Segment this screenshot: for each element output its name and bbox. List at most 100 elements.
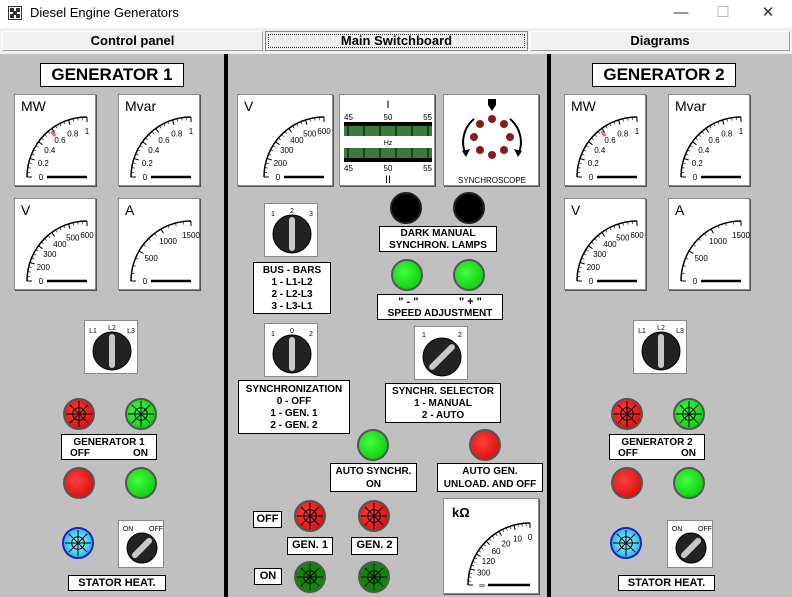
meter-tick-label: 0 <box>143 277 148 286</box>
tab-diagrams[interactable]: Diagrams <box>530 31 790 51</box>
gen1-phase-selector-knob[interactable]: L1 L2 L3 <box>84 320 138 374</box>
meter-tick-label: 0.6 <box>708 136 720 145</box>
meter-dial: 0 200 300400500 600 V <box>21 202 94 286</box>
gen2-stator-heat-switch[interactable]: ON OFF <box>667 520 713 568</box>
dark-manual-sync-label: DARK MANUAL SYNCHRON. LAMPS <box>379 226 497 252</box>
tab-main-switchboard[interactable]: Main Switchboard <box>265 31 528 51</box>
generator-2-switch-label: GENERATOR 2 OFF ON <box>609 434 705 460</box>
meter-tick-label: 0 <box>276 173 281 182</box>
meter-tick-label: 0.8 <box>721 129 733 138</box>
meter-tick-label: 300 <box>43 250 57 259</box>
freq-top-label: I <box>386 99 389 111</box>
gen2-ammeter: 0 500 1000 1500 A <box>668 198 750 290</box>
knob-graphic: L1 L2 L3 <box>89 325 135 371</box>
gen2-stator-heat-lamp <box>610 527 642 559</box>
busbar-selector-knob[interactable]: 1 2 3 <box>264 203 318 257</box>
gen1-mw-meter: 0 0.2 0.4 0.6 0.8 1 MW <box>14 94 96 186</box>
synchronization-selector-knob[interactable]: 1 0 2 <box>264 323 318 377</box>
gen1-on-button[interactable] <box>125 467 157 499</box>
knob-graphic: 1 0 2 <box>271 328 313 374</box>
meter-tick-label: 200 <box>274 159 288 168</box>
synchroscope-dial: SYNCHROSCOPE <box>458 99 526 185</box>
freq-top-tick-50: 50 <box>384 113 393 122</box>
knob-graphic: 1 2 3 <box>271 208 313 254</box>
auto-gen-unload-label: AUTO GEN. UNLOAD. AND OFF <box>437 463 543 492</box>
synchr-selector-label: SYNCHR. SELECTOR 1 - MANUAL 2 - AUTO <box>385 383 501 423</box>
lamp-lens-pattern <box>361 503 387 529</box>
knob-graphic: ON OFF <box>123 526 163 564</box>
generator-2-name: GENERATOR 2 <box>621 437 693 448</box>
meter-dial: 0 5001000 1500 A <box>125 202 200 286</box>
gen1-stator-heat-lamp <box>62 527 94 559</box>
meter-tick-label: 0.8 <box>171 129 183 138</box>
maximize-button[interactable]: ☐ <box>708 2 738 24</box>
generator-2-title: GENERATOR 2 <box>592 63 736 87</box>
synchroscope: SYNCHROSCOPE <box>443 94 539 186</box>
meter-tick-label: 0.4 <box>44 146 56 155</box>
synchroscope-label: SYNCHROSCOPE <box>458 176 526 185</box>
meter-tick-label: 0.2 <box>38 159 50 168</box>
knob-position-label: L1 <box>89 328 97 335</box>
gen2-on-text: ON <box>681 448 696 459</box>
meter-tick-label: 200 <box>587 263 601 272</box>
meter-tick-label: 0 <box>39 173 44 182</box>
meter-tick-label: 1 <box>189 127 194 136</box>
auto-gen-unload-button[interactable] <box>469 429 501 461</box>
freq-top-tick-55: 55 <box>423 113 432 122</box>
frequency-meter: I 45 50 55 Hz 45 50 55 II <box>339 94 435 186</box>
auto-synchr-on-button[interactable] <box>357 429 389 461</box>
knob-graphic: ON OFF <box>672 526 712 564</box>
meter-unit-label: V <box>21 202 31 218</box>
meter-tick-label: 500 <box>144 254 158 263</box>
speed-minus-button[interactable] <box>391 259 423 291</box>
gen2-phase-selector-knob[interactable]: L1 L2 L3 <box>633 320 687 374</box>
meter-tick-label: 20 <box>502 539 511 548</box>
gen1-stator-heat-switch[interactable]: ON OFF <box>118 520 164 568</box>
meter-tick-label: ∞ <box>479 581 485 590</box>
minimize-button[interactable]: — <box>666 2 696 24</box>
meter-tick-label: 1 <box>739 127 744 136</box>
meter-tick-label: 0.6 <box>604 136 616 145</box>
meter-tick-label: 200 <box>37 263 51 272</box>
gen1-breaker-on-button[interactable] <box>294 561 326 593</box>
gen1-breaker-label: GEN. 1 <box>287 537 333 555</box>
meter-tick-label: 500 <box>66 233 80 242</box>
meter-tick-label: 600 <box>630 231 644 240</box>
tab-control-panel[interactable]: Control panel <box>2 31 263 51</box>
knob-position-label: 1 <box>422 332 426 339</box>
lamp-lens-pattern <box>65 530 91 556</box>
meter-tick-label: 120 <box>482 557 496 566</box>
meter-tick-label: 1500 <box>182 231 200 240</box>
knob-position-label: 2 <box>309 331 313 338</box>
gen1-breaker-off-button[interactable] <box>294 500 326 532</box>
knob-pointer <box>289 337 295 371</box>
knob-position-label: 3 <box>309 211 313 218</box>
gen2-voltmeter: 0 200 300 400 500 600 V <box>564 198 646 290</box>
generator-1-name: GENERATOR 1 <box>73 437 145 448</box>
gen1-off-button[interactable] <box>63 467 95 499</box>
meter-dial: 0 0.2 0.40.60.8 1 Mvar <box>125 98 194 182</box>
meter-dial: ∞ 300 120602010 0 kΩ <box>452 505 533 590</box>
gen2-off-indicator-lamp <box>611 398 643 430</box>
knob-position-label: 1 <box>271 331 275 338</box>
gen1-stator-heat-label: STATOR HEAT. <box>68 575 166 591</box>
meter-unit-label: kΩ <box>452 505 470 520</box>
freq-bottom-tick-55: 55 <box>423 164 432 173</box>
synchr-selector-knob[interactable]: 12 <box>414 326 468 380</box>
close-button[interactable]: ✕ <box>753 2 783 24</box>
gen1-on-text: ON <box>133 448 148 459</box>
breaker-on-label: ON <box>254 568 282 585</box>
gen2-breaker-off-button[interactable] <box>358 500 390 532</box>
gen2-breaker-on-button[interactable] <box>358 561 390 593</box>
freq-unit: Hz <box>384 140 393 147</box>
meter-dial: 0 0.2 0.40.60.8 1 MW <box>21 98 90 182</box>
divider-right <box>547 54 551 597</box>
gen2-off-button[interactable] <box>611 467 643 499</box>
gen2-on-button[interactable] <box>673 467 705 499</box>
meter-tick-label: 400 <box>290 136 304 145</box>
meter-tick-label: 0 <box>693 173 698 182</box>
meter-tick-label: 0.8 <box>67 129 79 138</box>
breaker-off-label: OFF <box>253 511 282 528</box>
freq-bottom-label: II <box>385 174 391 186</box>
speed-plus-button[interactable] <box>453 259 485 291</box>
